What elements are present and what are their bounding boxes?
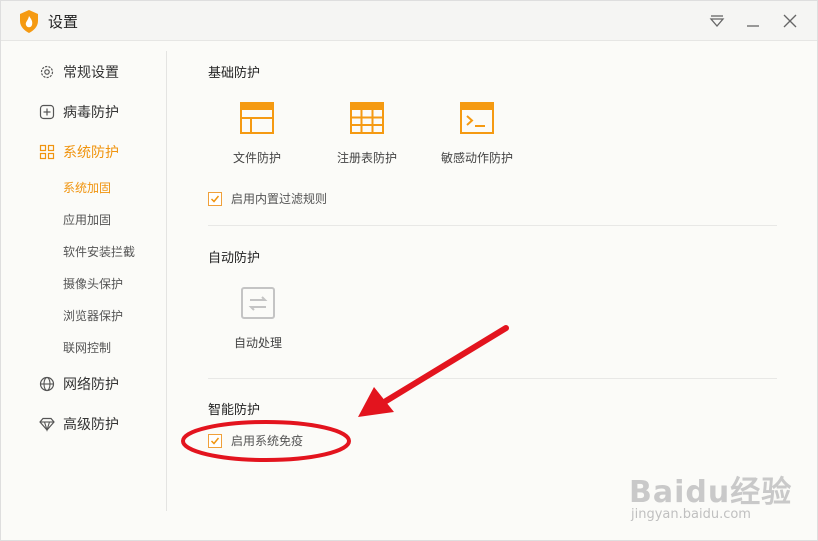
section-title-smart: 智能防护 [208, 403, 261, 418]
gear-icon [40, 65, 54, 79]
sidebar-item-advanced[interactable]: 高级防护 [39, 413, 119, 435]
subitem-camera[interactable]: 摄像头保护 [63, 275, 123, 292]
terminal-icon [460, 102, 494, 134]
sidebar-divider [166, 51, 167, 511]
section-title-auto: 自动防护 [208, 251, 261, 266]
section-title-basic: 基础防护 [208, 66, 261, 81]
subitem-network-control[interactable]: 联网控制 [63, 339, 111, 356]
checkmark-icon [210, 437, 220, 445]
feature-sensitive-action[interactable]: 敏感动作防护 [427, 101, 527, 166]
sidebar-item-label: 系统防护 [63, 145, 119, 161]
registry-grid-icon [350, 102, 384, 134]
section-divider [208, 225, 777, 226]
settings-window: 设置 常规设置 病毒防护 系统防护 系统加固 应用加固 软件安装拦截 摄像头保护… [0, 0, 818, 541]
feature-registry-protection[interactable]: 注册表防护 [317, 101, 417, 166]
watermark-url: jingyan.baidu.com [631, 507, 751, 522]
file-window-icon [240, 102, 274, 134]
flame-shield-icon [20, 10, 38, 33]
auto-swap-icon [241, 287, 275, 319]
sidebar-item-system[interactable]: 系统防护 [39, 141, 119, 163]
minimize-button[interactable] [743, 11, 763, 31]
builtin-filter-checkbox[interactable] [208, 191, 222, 206]
subitem-browser[interactable]: 浏览器保护 [63, 307, 123, 324]
system-immunity-checkbox[interactable] [208, 433, 222, 448]
close-icon [783, 14, 797, 28]
title-bar: 设置 [1, 1, 817, 41]
sidebar-item-label: 高级防护 [63, 417, 119, 433]
feature-file-protection[interactable]: 文件防护 [207, 101, 307, 166]
close-button[interactable] [780, 11, 800, 31]
sidebar-item-label: 病毒防护 [63, 105, 119, 121]
feature-label: 自动处理 [233, 336, 282, 350]
checkmark-icon [210, 195, 220, 203]
section-divider [208, 378, 777, 379]
feature-label: 文件防护 [232, 151, 281, 165]
feature-label: 注册表防护 [336, 151, 397, 165]
triangle-menu-icon [709, 15, 725, 27]
pointer-arrow-shaft [383, 325, 509, 404]
feature-auto-handle[interactable]: 自动处理 [208, 286, 308, 351]
subitem-system-hardening[interactable]: 系统加固 [63, 179, 111, 196]
subitem-install-block[interactable]: 软件安装拦截 [63, 243, 135, 260]
sidebar-item-label: 网络防护 [63, 377, 119, 393]
plus-square-icon [39, 104, 55, 120]
sidebar-item-label: 常规设置 [63, 65, 119, 81]
grid-icon [39, 144, 55, 160]
builtin-filter-checkbox-row[interactable]: 启用内置过滤规则 [208, 190, 327, 207]
system-immunity-checkbox-row[interactable]: 启用系统免疫 [208, 432, 303, 449]
window-title: 设置 [48, 13, 79, 31]
subitem-app-hardening[interactable]: 应用加固 [63, 211, 111, 228]
watermark-logo: Baidu经验 [629, 475, 793, 510]
system-immunity-label: 启用系统免疫 [231, 434, 304, 448]
sidebar-item-general[interactable]: 常规设置 [39, 61, 119, 83]
menu-button[interactable] [707, 11, 727, 31]
sidebar: 常规设置 病毒防护 系统防护 系统加固 应用加固 软件安装拦截 摄像头保护 浏览… [1, 42, 166, 540]
sidebar-item-virus[interactable]: 病毒防护 [39, 101, 119, 123]
pointer-arrow-head [358, 387, 394, 417]
diamond-icon [39, 417, 55, 432]
sidebar-item-network[interactable]: 网络防护 [39, 373, 119, 395]
feature-label: 敏感动作防护 [440, 151, 513, 165]
minimize-icon [747, 25, 759, 27]
globe-icon [39, 376, 55, 392]
builtin-filter-label: 启用内置过滤规则 [231, 192, 328, 206]
